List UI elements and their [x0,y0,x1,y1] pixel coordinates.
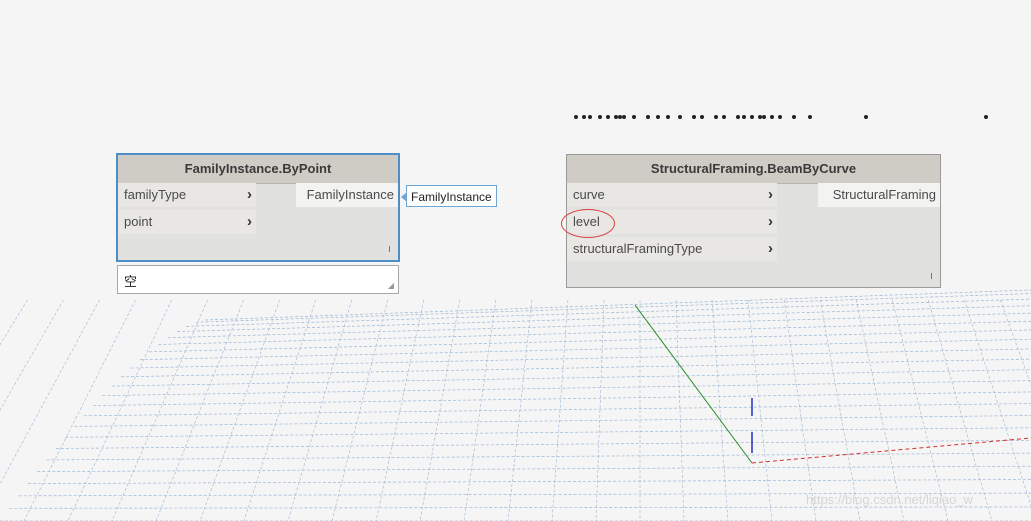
grid-line [243,299,316,521]
preview-value: FamilyInstance [411,190,492,204]
level-highlight-circle [561,209,615,238]
grid-line [783,299,817,521]
progress-dot [700,115,704,119]
grid-line [67,299,172,521]
output-preview-tag: FamilyInstance [401,185,497,207]
progress-dot [770,115,774,119]
grid-line [0,299,100,485]
grid-line [9,506,1031,509]
grid-line [46,452,1031,461]
progress-dot [632,115,636,119]
progress-dot [582,115,586,119]
grid-line [711,299,729,521]
port-label: StructuralFraming [832,187,936,202]
grid-lines [0,289,1031,521]
grid-line [93,391,1031,406]
grid-line [819,299,861,521]
grid-line [195,293,1031,323]
progress-dot [762,115,766,119]
grid-line [186,298,1031,327]
progress-dot [792,115,796,119]
chevron-right-icon[interactable]: › [247,210,252,234]
resize-grip-icon[interactable] [931,273,932,279]
progress-dot [656,115,660,119]
chevron-right-icon[interactable]: › [768,210,773,234]
resize-grip-icon[interactable] [389,246,390,252]
grid-line [204,289,1031,321]
grid-line [111,369,1031,387]
input-port-familytype[interactable]: familyType › [118,183,256,207]
grid-line [23,299,136,521]
grid-line [130,348,1031,369]
output-port-structuralframing[interactable]: StructuralFraming [818,183,940,207]
grid-line [0,299,28,346]
render-progress-dots [574,114,994,120]
port-label: familyType [124,187,187,202]
grid-line [595,299,605,521]
preview-value: 空 [124,274,138,289]
progress-dot [742,115,746,119]
progress-dot [622,115,626,119]
progress-dot [722,115,726,119]
grid-line [155,299,244,521]
node-structuralframing-beambycurve[interactable]: StructuralFraming.BeamByCurve curve › le… [566,154,941,288]
progress-dot [574,115,578,119]
grid-line [74,415,1031,427]
grid-line [675,299,685,521]
progress-dot [778,115,782,119]
grid-line [177,305,1031,332]
progress-dot [588,115,592,119]
node-familyinstance-bypoint[interactable]: FamilyInstance.ByPoint familyType › poin… [116,153,400,262]
progress-dot [864,115,868,119]
grid-line [83,403,1031,417]
progress-dot [678,115,682,119]
grid-line [964,299,1031,507]
progress-dot [714,115,718,119]
progress-dot [692,115,696,119]
grid-line [27,479,1031,484]
progress-dot [808,115,812,119]
port-label: structuralFramingType [573,241,703,256]
node-title[interactable]: StructuralFraming.BeamByCurve [567,155,940,184]
input-port-point[interactable]: point › [118,210,256,234]
grid-line [331,299,389,521]
progress-dot [606,115,610,119]
grid-line [1000,299,1031,386]
grid-line [111,299,208,521]
grid-line [55,439,1031,449]
grid-line [37,465,1031,472]
grid-line [139,338,1031,361]
port-label: curve [573,187,605,202]
grid-line [928,299,993,521]
progress-dot [666,115,670,119]
grid-line [551,299,569,521]
output-port-familyinstance[interactable]: FamilyInstance [296,183,398,207]
chevron-right-icon[interactable]: › [768,237,773,261]
y-axis-line [634,304,753,464]
input-port-curve[interactable]: curve › [567,183,777,207]
progress-dot [736,115,740,119]
input-port-structuralframingtype[interactable]: structuralFramingType › [567,237,777,261]
grid-line [375,299,425,521]
progress-dot [984,115,988,119]
port-label: point [124,214,153,229]
grid-line [65,427,1031,438]
grid-line [0,299,64,411]
node-title[interactable]: FamilyInstance.ByPoint [118,155,398,184]
node-preview-bubble[interactable]: 空 ◢ [117,265,399,294]
chevron-right-icon[interactable]: › [768,183,773,207]
progress-dot [646,115,650,119]
grid-line [419,299,461,521]
port-label: FamilyInstance [306,187,394,202]
grid-line [102,380,1031,396]
grid-line [199,299,280,521]
watermark: https://blog.csdn.net/liqiao_w [806,492,973,507]
chevron-right-icon[interactable]: › [247,183,252,207]
progress-dot [598,115,602,119]
resize-grip-icon[interactable]: ◢ [388,281,394,290]
progress-dot [750,115,754,119]
